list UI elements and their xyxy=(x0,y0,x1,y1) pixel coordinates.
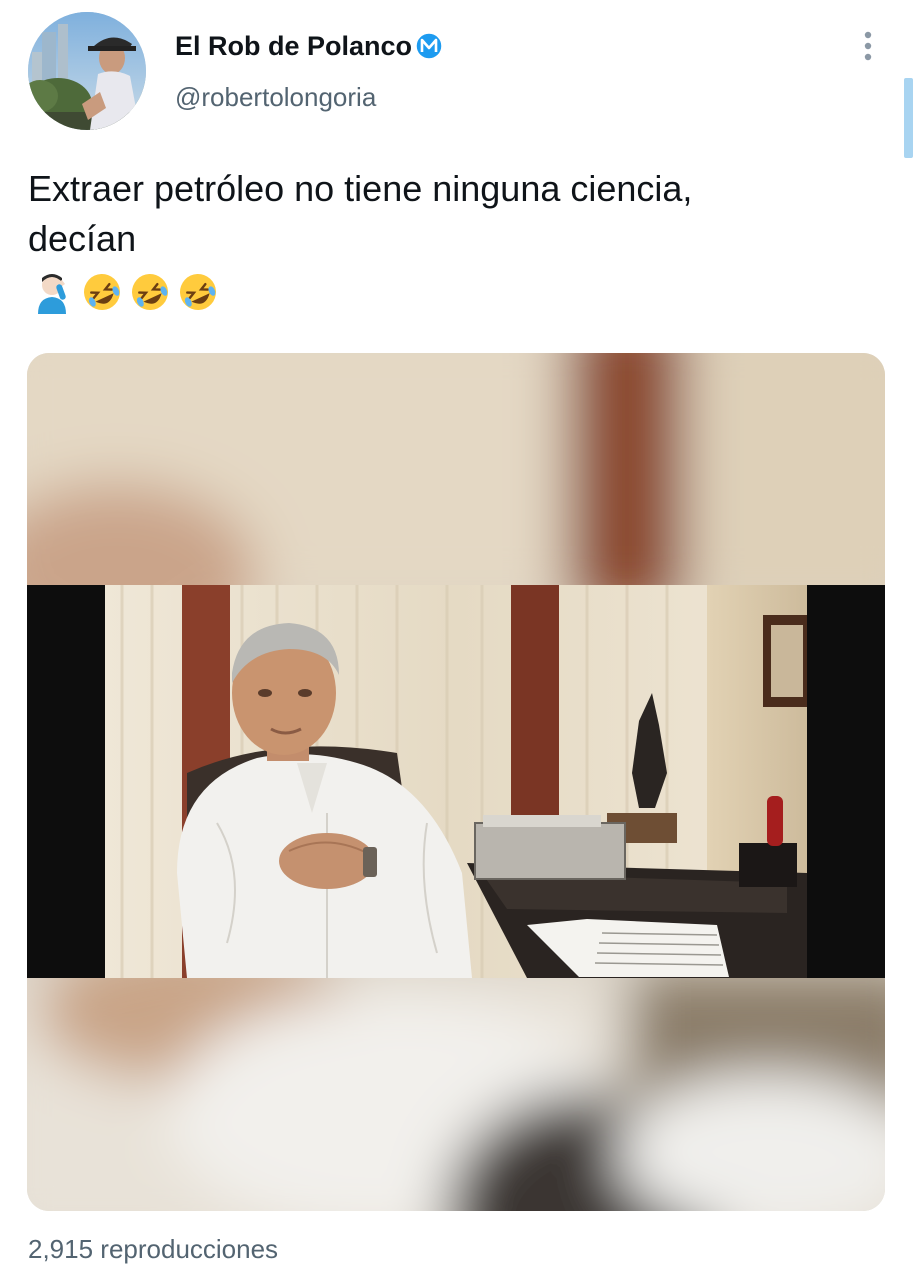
view-count: 2,915 reproducciones xyxy=(28,1234,279,1264)
video-player[interactable] xyxy=(27,353,885,1211)
tweet-text-line: decían xyxy=(28,218,137,259)
facepalm-emoji-icon xyxy=(32,270,76,314)
more-vertical-icon[interactable] xyxy=(852,26,884,70)
tweet-text-line: Extraer petróleo no tiene ninguna cienci… xyxy=(28,168,693,209)
m-badge-icon xyxy=(414,31,444,61)
emoji-row xyxy=(32,268,220,316)
author-display-name[interactable]: El Rob de Polanco xyxy=(175,31,412,62)
tweet-text: Extraer petróleo no tiene ninguna cienci… xyxy=(28,164,858,264)
author-name-row[interactable]: El Rob de Polanco xyxy=(175,28,444,64)
scrollbar[interactable] xyxy=(904,78,913,158)
rolling-laughing-emoji-icon xyxy=(128,270,172,314)
author-handle[interactable]: @robertolongoria xyxy=(175,82,376,113)
avatar[interactable] xyxy=(28,12,146,130)
tweet-detail-page: El Rob de Polanco @robertolongoria Extra… xyxy=(0,0,913,1280)
rolling-laughing-emoji-icon xyxy=(176,270,220,314)
rolling-laughing-emoji-icon xyxy=(80,270,124,314)
